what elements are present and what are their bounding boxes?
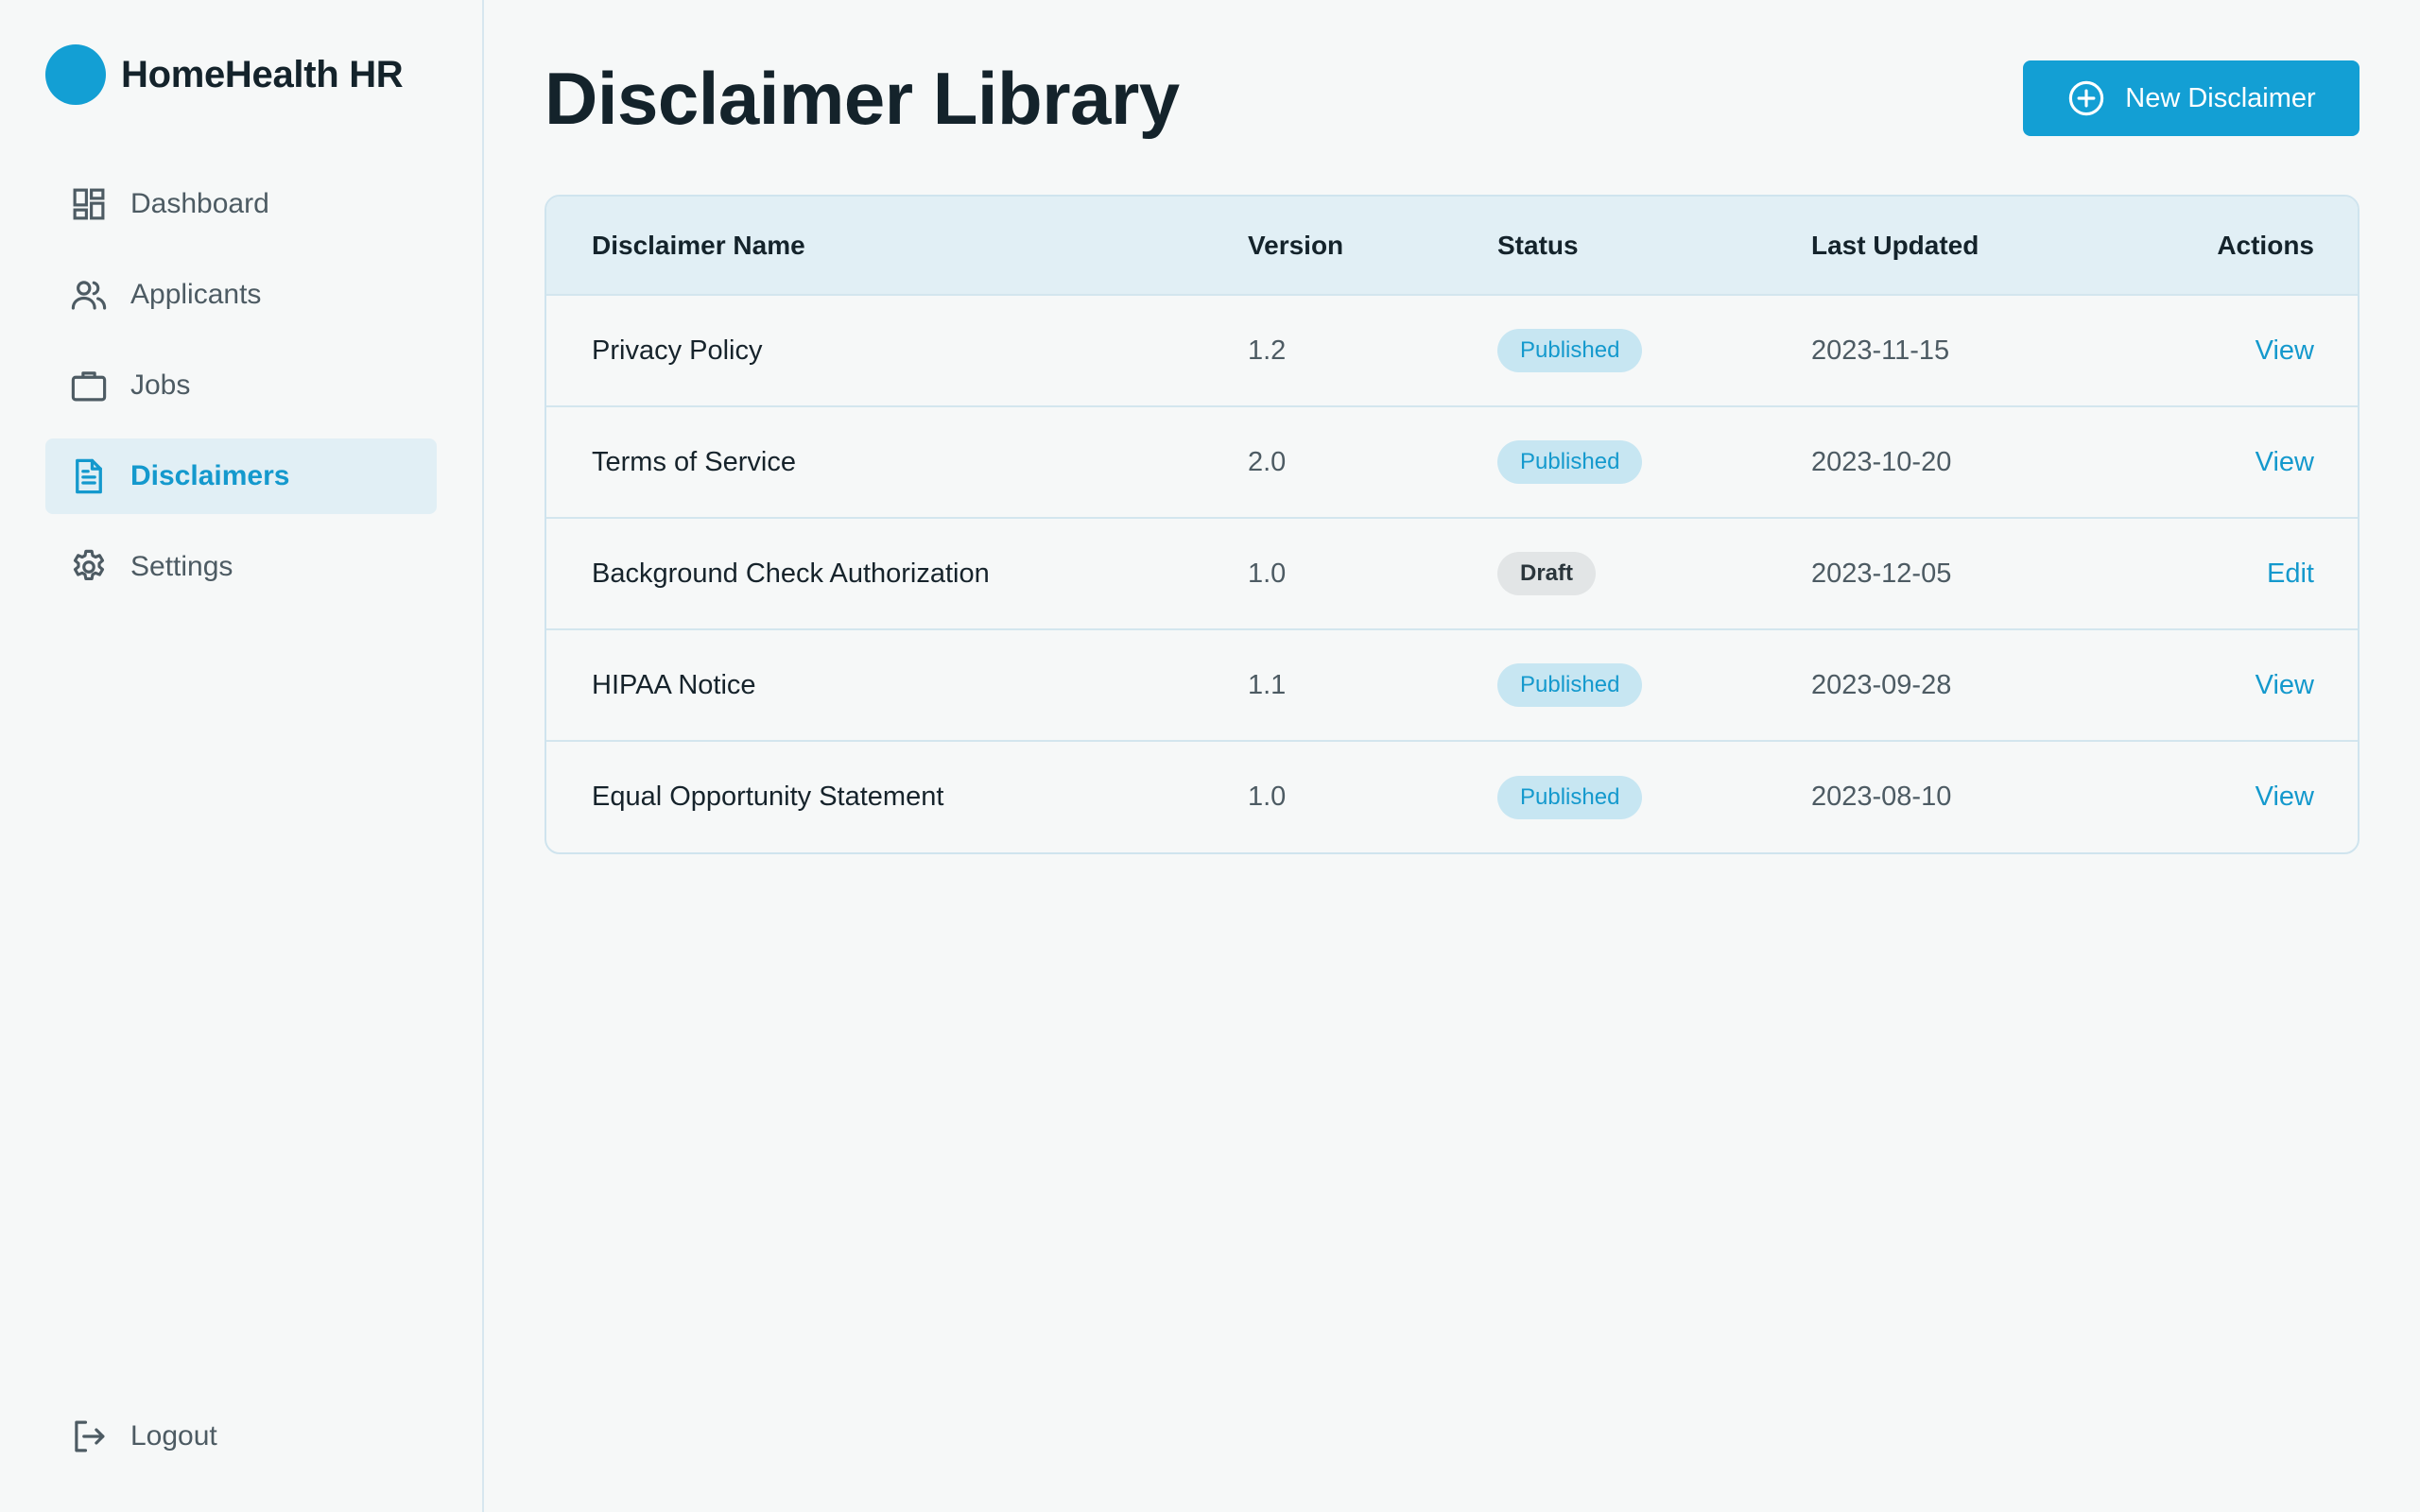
table-row: Terms of Service 2.0 Published 2023-10-2… xyxy=(546,406,2358,518)
gear-icon xyxy=(68,546,110,588)
disclaimer-table-card: Disclaimer Name Version Status Last Upda… xyxy=(544,195,2360,854)
new-disclaimer-button[interactable]: New Disclaimer xyxy=(2023,60,2360,136)
actions-cell: View xyxy=(2125,741,2358,852)
sidebar-item-jobs[interactable]: Jobs xyxy=(45,348,437,423)
view-link[interactable]: View xyxy=(2256,335,2314,366)
status-cell: Published xyxy=(1452,406,1766,518)
column-header-status[interactable]: Status xyxy=(1452,197,1766,295)
sidebar-item-label: Dashboard xyxy=(130,188,269,219)
edit-link[interactable]: Edit xyxy=(2267,558,2314,589)
column-header-last-updated[interactable]: Last Updated xyxy=(1766,197,2125,295)
table-row: Background Check Authorization 1.0 Draft… xyxy=(546,518,2358,629)
sidebar-item-disclaimers[interactable]: Disclaimers xyxy=(45,438,437,514)
column-header-version[interactable]: Version xyxy=(1202,197,1452,295)
column-header-actions: Actions xyxy=(2217,230,2314,260)
last-updated: 2023-12-05 xyxy=(1811,558,1952,589)
disclaimer-version: 1.0 xyxy=(1248,782,1287,812)
sidebar-item-dashboard[interactable]: Dashboard xyxy=(45,166,437,242)
view-link[interactable]: View xyxy=(2256,670,2314,700)
page-header: Disclaimer Library New Disclaimer xyxy=(544,55,2360,142)
brand: HomeHealth HR xyxy=(45,43,437,106)
column-header-name[interactable]: Disclaimer Name xyxy=(546,197,1202,295)
sidebar-item-settings[interactable]: Settings xyxy=(45,529,437,605)
disclaimer-name: Terms of Service xyxy=(592,446,796,477)
main-content: Disclaimer Library New Disclaimer Discla… xyxy=(484,0,2420,1512)
disclaimer-version: 2.0 xyxy=(1248,446,1287,477)
table-header-row: Disclaimer Name Version Status Last Upda… xyxy=(546,197,2358,295)
actions-cell: View xyxy=(2125,629,2358,741)
sidebar-item-label: Disclaimers xyxy=(130,460,290,491)
disclaimer-table: Disclaimer Name Version Status Last Upda… xyxy=(546,197,2358,852)
status-cell: Published xyxy=(1452,629,1766,741)
last-updated: 2023-11-15 xyxy=(1811,335,1950,366)
new-disclaimer-label: New Disclaimer xyxy=(2125,82,2316,113)
sidebar-item-label: Applicants xyxy=(130,279,262,310)
logout-button[interactable]: Logout xyxy=(45,1399,437,1474)
page-title: Disclaimer Library xyxy=(544,56,1180,140)
briefcase-icon xyxy=(68,365,110,406)
sidebar-nav: Dashboard Applicants Jobs Disclaimers Se… xyxy=(45,166,437,605)
status-badge: Published xyxy=(1497,440,1643,484)
actions-cell: View xyxy=(2125,295,2358,406)
users-icon xyxy=(68,274,110,316)
logout-label: Logout xyxy=(130,1420,217,1452)
table-row: Privacy Policy 1.2 Published 2023-11-15 … xyxy=(546,295,2358,406)
table-row: HIPAA Notice 1.1 Published 2023-09-28 Vi… xyxy=(546,629,2358,741)
brand-logo xyxy=(45,44,106,105)
status-cell: Draft xyxy=(1452,518,1766,629)
last-updated: 2023-08-10 xyxy=(1811,782,1952,812)
status-cell: Published xyxy=(1452,741,1766,852)
table-row: Equal Opportunity Statement 1.0 Publishe… xyxy=(546,741,2358,852)
status-badge: Published xyxy=(1497,775,1643,819)
last-updated: 2023-10-20 xyxy=(1811,446,1952,477)
disclaimer-name: HIPAA Notice xyxy=(592,669,756,700)
disclaimer-name: Privacy Policy xyxy=(592,335,763,366)
disclaimer-version: 1.1 xyxy=(1248,669,1287,700)
last-updated: 2023-09-28 xyxy=(1811,669,1952,700)
disclaimer-version: 1.2 xyxy=(1248,335,1287,366)
brand-name: HomeHealth HR xyxy=(121,53,404,95)
dashboard-icon xyxy=(68,183,110,225)
disclaimer-name: Background Check Authorization xyxy=(592,558,990,589)
document-icon xyxy=(68,455,110,497)
plus-circle-icon xyxy=(2066,78,2106,118)
sidebar-item-label: Settings xyxy=(130,551,233,582)
view-link[interactable]: View xyxy=(2256,782,2314,812)
status-badge: Published xyxy=(1497,663,1643,707)
view-link[interactable]: View xyxy=(2256,447,2314,477)
sidebar-item-label: Jobs xyxy=(130,369,191,401)
disclaimer-name: Equal Opportunity Statement xyxy=(592,782,944,812)
status-cell: Published xyxy=(1452,295,1766,406)
actions-cell: View xyxy=(2125,406,2358,518)
sidebar: HomeHealth HR Dashboard Applicants Jobs … xyxy=(0,0,484,1512)
logout-icon xyxy=(68,1416,110,1457)
status-badge: Draft xyxy=(1497,552,1597,595)
disclaimer-version: 1.0 xyxy=(1248,558,1287,589)
actions-cell: Edit xyxy=(2125,518,2358,629)
status-badge: Published xyxy=(1497,329,1643,372)
app-shell: HomeHealth HR Dashboard Applicants Jobs … xyxy=(0,0,2420,1512)
sidebar-item-applicants[interactable]: Applicants xyxy=(45,257,437,333)
